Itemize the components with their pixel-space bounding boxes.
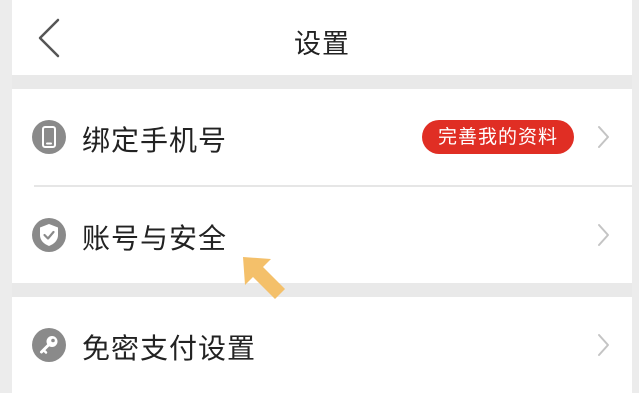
key-icon: [32, 328, 66, 362]
settings-row-label: 绑定手机号: [82, 124, 228, 157]
settings-row-label: 账号与安全: [82, 222, 228, 255]
settings-group-account: 绑定手机号 完善我的资料 账号与安全: [12, 89, 632, 283]
page-title: 设置: [294, 29, 350, 60]
settings-row-password-free-payment[interactable]: 免密支付设置: [12, 297, 632, 393]
settings-group-payment: 免密支付设置: [12, 297, 632, 393]
settings-row-account-security[interactable]: 账号与安全: [12, 187, 632, 283]
nav-bar: 设置: [12, 0, 632, 75]
chevron-right-icon: [598, 224, 609, 246]
settings-row-bind-phone[interactable]: 绑定手机号 完善我的资料: [12, 89, 632, 185]
phone-icon: [32, 120, 66, 154]
chevron-right-icon: [598, 126, 609, 148]
pointer-arrow-icon: [243, 257, 285, 299]
settings-row-label: 免密支付设置: [82, 332, 257, 365]
chevron-right-icon: [598, 334, 609, 356]
shield-check-icon: [32, 218, 66, 252]
complete-profile-badge[interactable]: 完善我的资料: [422, 120, 575, 154]
settings-screen: 设置 绑定手机号 完善我的资料 账号与安全 免密支付设置: [12, 0, 632, 393]
